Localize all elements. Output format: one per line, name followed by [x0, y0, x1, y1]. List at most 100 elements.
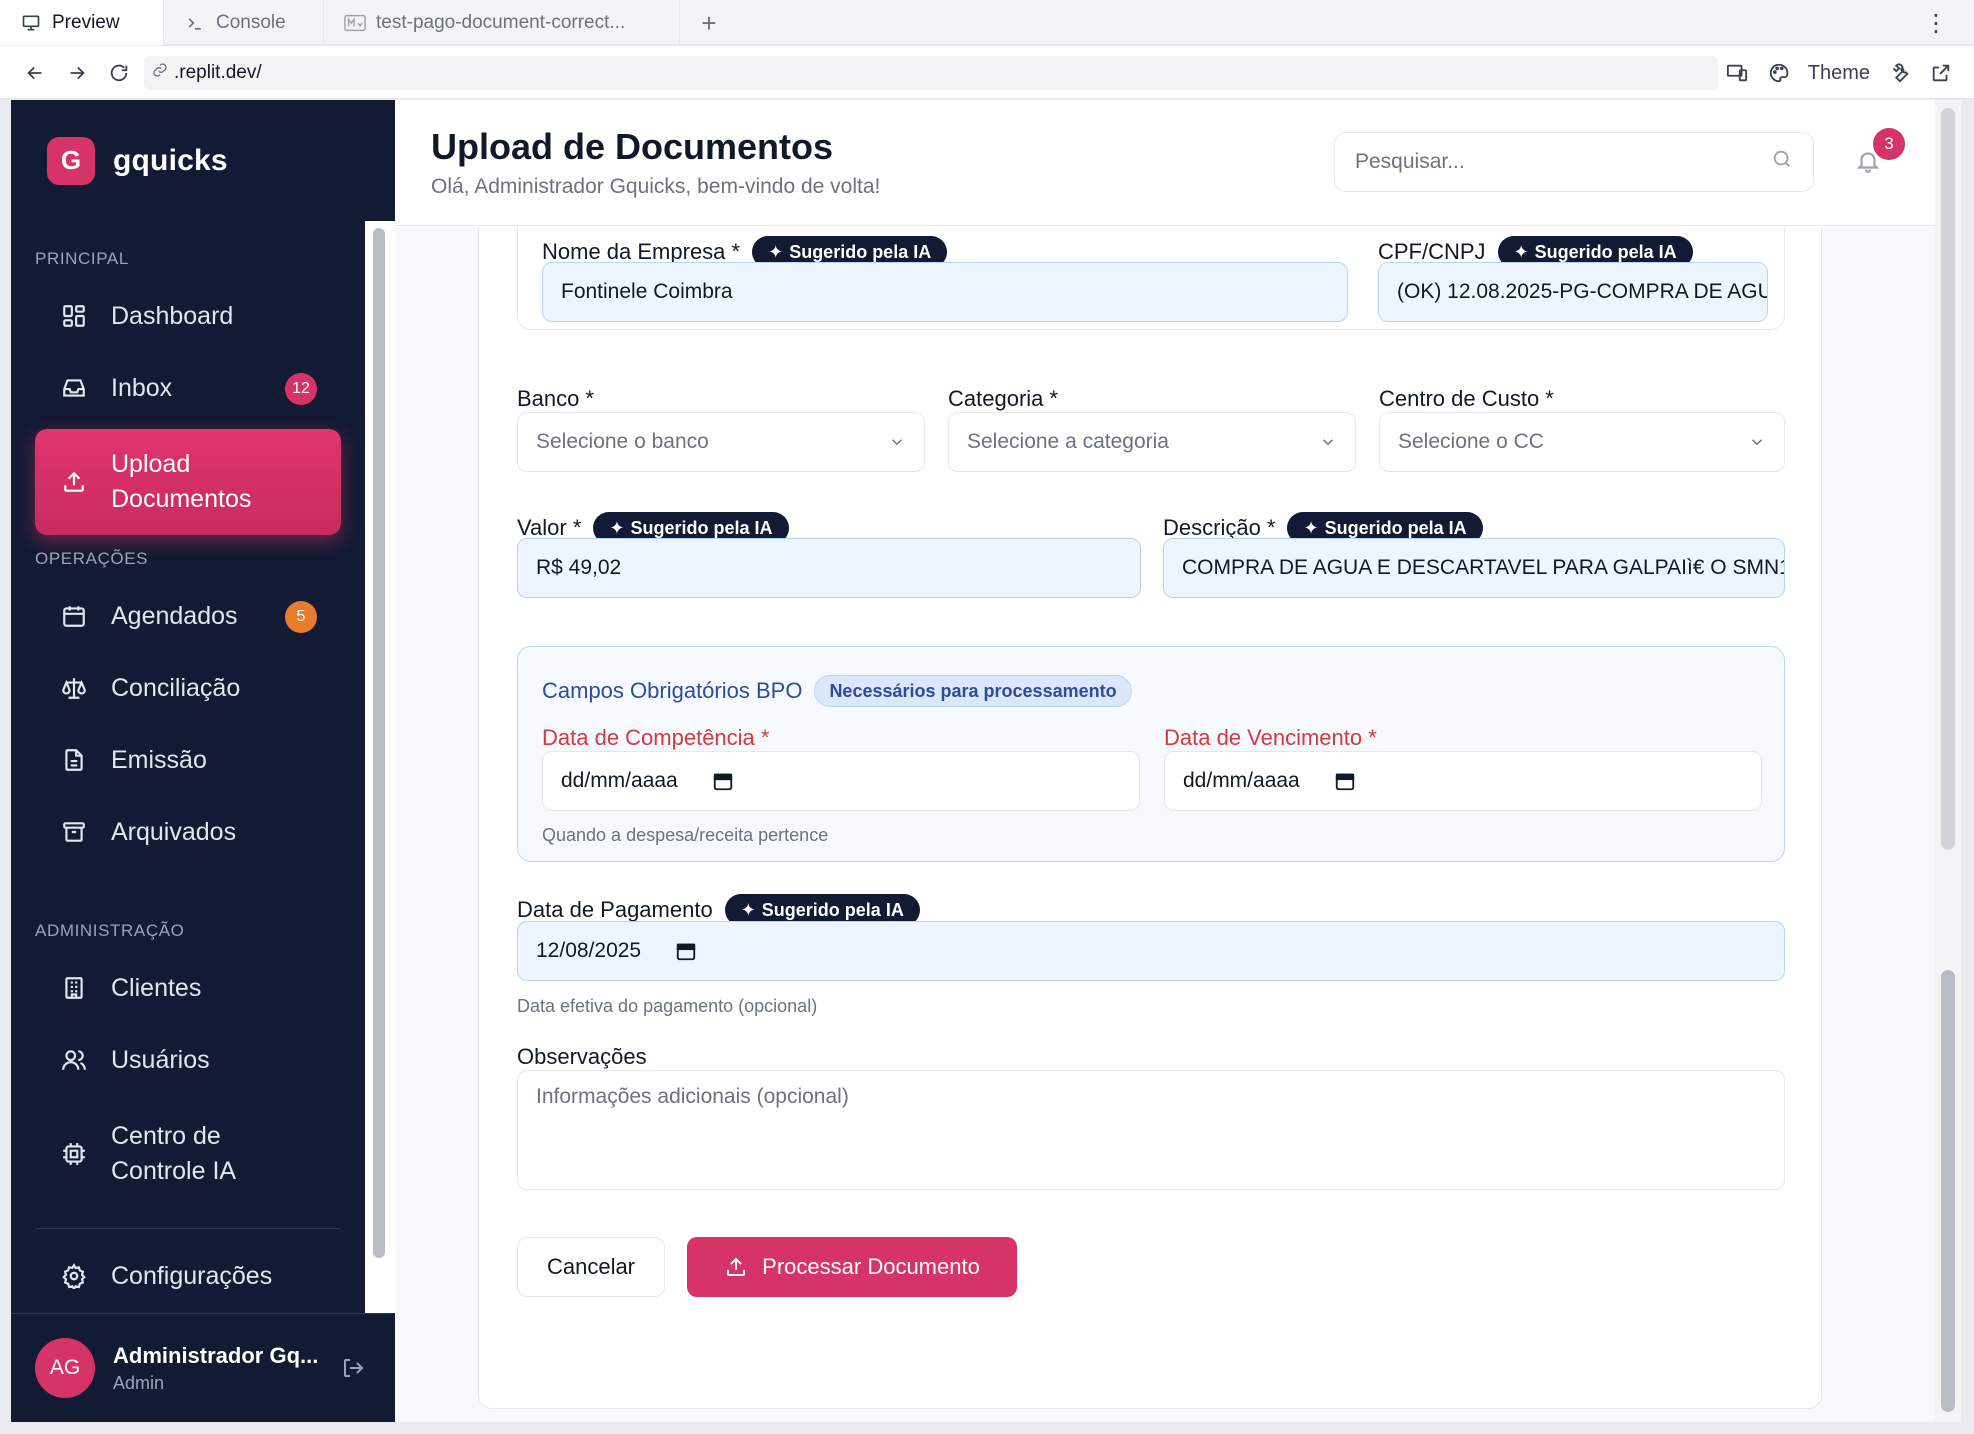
- terminal-icon: [184, 12, 206, 34]
- tab-preview[interactable]: Preview: [0, 0, 164, 45]
- page-header: Upload de Documentos Olá, Administrador …: [395, 100, 1961, 226]
- sidebar-nav: PRINCIPAL Dashboard Inbox 12 Upload Docu…: [11, 221, 365, 1313]
- forward-icon[interactable]: [62, 58, 92, 88]
- centro-custo-select[interactable]: Selecione o CC: [1379, 412, 1785, 472]
- back-icon[interactable]: [20, 58, 50, 88]
- browser-tab-bar: Preview Console test-pago-document-corre…: [0, 0, 1974, 45]
- link-icon: [152, 62, 168, 84]
- brand[interactable]: G gquicks: [11, 100, 395, 221]
- chevron-down-icon: [1751, 439, 1763, 446]
- external-link-icon[interactable]: [1928, 60, 1954, 86]
- vencimento-label: Data de Vencimento *: [1164, 725, 1377, 750]
- browser-address-bar: .replit.dev/ Theme: [0, 46, 1974, 99]
- gear-icon: [59, 1261, 89, 1291]
- browser-tools: Theme: [1724, 56, 1954, 90]
- building-icon: [59, 973, 89, 1003]
- brand-name: gquicks: [113, 143, 228, 177]
- more-menu-icon[interactable]: ⋮: [1924, 8, 1948, 38]
- centro-custo-label: Centro de Custo *: [1379, 386, 1554, 411]
- sidebar-item-dashboard[interactable]: Dashboard: [35, 285, 341, 347]
- bpo-title: Campos Obrigatórios BPO Necessários para…: [542, 675, 1132, 707]
- url-field[interactable]: .replit.dev/: [144, 56, 1718, 90]
- user-info: Administrador Gq... Admin: [113, 1343, 318, 1394]
- app-window: G gquicks PRINCIPAL Dashboard Inbox 12 U…: [11, 100, 1961, 1422]
- logout-icon[interactable]: [341, 1356, 367, 1382]
- page-scroll-region: [1941, 108, 1955, 850]
- upload-form-card: Nome da Empresa * ✦ Sugerido pela IA Fon…: [478, 227, 1822, 1409]
- calendar-icon[interactable]: [712, 770, 734, 792]
- sidebar-item-usuarios[interactable]: Usuários: [35, 1029, 341, 1091]
- cancel-button[interactable]: Cancelar: [517, 1237, 665, 1297]
- sidebar-item-inbox[interactable]: Inbox 12: [35, 357, 341, 419]
- sparkles-icon: ✦: [740, 899, 756, 920]
- calendar-icon: [59, 601, 89, 631]
- scale-icon: [59, 673, 89, 703]
- banco-label: Banco *: [517, 386, 595, 411]
- sidebar-item-agendados[interactable]: Agendados 5: [35, 585, 341, 647]
- calendar-icon[interactable]: [1334, 770, 1356, 792]
- agendados-count-badge: 5: [285, 601, 317, 633]
- cpu-icon: [59, 1139, 89, 1169]
- palette-icon[interactable]: [1766, 60, 1792, 86]
- monitor-icon: [20, 12, 42, 34]
- sidebar-item-arquivados[interactable]: Arquivados: [35, 801, 341, 863]
- search-input[interactable]: Pesquisar...: [1334, 132, 1814, 192]
- chevron-down-icon: [891, 439, 903, 446]
- observacoes-label: Observações: [517, 1044, 647, 1069]
- brand-logo: G: [47, 136, 95, 185]
- calendar-icon[interactable]: [675, 940, 697, 962]
- wrench-icon[interactable]: [1886, 60, 1912, 86]
- user-name: Administrador Gq...: [113, 1342, 319, 1368]
- notification-count-badge: 3: [1873, 128, 1905, 160]
- theme-label[interactable]: Theme: [1808, 62, 1870, 85]
- sidebar-item-conciliacao[interactable]: Conciliação: [35, 657, 341, 719]
- competencia-label: Data de Competência *: [542, 725, 770, 750]
- sidebar-item-emissao[interactable]: Emissão: [35, 729, 341, 791]
- sidebar-item-upload[interactable]: Upload Documentos: [35, 429, 341, 535]
- competencia-date-field[interactable]: dd/mm/aaaa: [542, 751, 1140, 811]
- page-title: Upload de Documentos: [431, 126, 834, 167]
- search-icon: [1771, 148, 1793, 176]
- tab-console[interactable]: Console: [164, 0, 324, 45]
- section-administracao: ADMINISTRAÇÃO: [35, 921, 185, 940]
- upload-icon: [59, 467, 89, 497]
- devices-icon[interactable]: [1724, 60, 1750, 86]
- user-role: Admin: [113, 1372, 165, 1393]
- observacoes-textarea[interactable]: Informações adicionais (opcional): [517, 1070, 1785, 1190]
- main-content: Nome da Empresa * ✦ Sugerido pela IA Fon…: [395, 227, 1935, 1422]
- sidebar-scrollbar[interactable]: [373, 228, 385, 1258]
- empresa-field[interactable]: Fontinele Coimbra: [542, 262, 1348, 322]
- bpo-badge: Necessários para processamento: [814, 675, 1132, 707]
- new-tab-button[interactable]: +: [694, 8, 724, 38]
- sparkles-icon: ✦: [1303, 517, 1319, 538]
- inbox-icon: [59, 373, 89, 403]
- pagamento-date-field[interactable]: 12/08/2025: [517, 921, 1785, 981]
- descricao-field[interactable]: COMPRA DE AGUA E DESCARTAVEL PARA GALPAI…: [1163, 538, 1785, 598]
- archive-icon: [59, 817, 89, 847]
- sidebar: G gquicks PRINCIPAL Dashboard Inbox 12 U…: [11, 100, 395, 1422]
- sidebar-divider: [35, 1228, 341, 1229]
- banco-select[interactable]: Selecione o banco: [517, 412, 925, 472]
- process-document-button[interactable]: Processar Documento: [687, 1237, 1017, 1297]
- sidebar-item-clientes[interactable]: Clientes: [35, 957, 341, 1019]
- main-scrollbar[interactable]: [1941, 970, 1955, 1412]
- competencia-hint: Quando a despesa/receita pertence: [542, 825, 829, 845]
- vencimento-date-field[interactable]: dd/mm/aaaa: [1164, 751, 1762, 811]
- inbox-count-badge: 12: [285, 373, 317, 405]
- markdown-file-icon: [344, 12, 366, 34]
- sidebar-item-centro-ia[interactable]: Centro de Controle IA: [35, 1101, 341, 1207]
- section-operacoes: OPERAÇÕES: [35, 549, 149, 568]
- file-text-icon: [59, 745, 89, 775]
- avatar: AG: [35, 1338, 95, 1398]
- section-principal: PRINCIPAL: [35, 249, 129, 268]
- sidebar-item-configuracoes[interactable]: Configurações: [35, 1245, 341, 1307]
- categoria-select[interactable]: Selecione a categoria: [948, 412, 1356, 472]
- cpf-cnpj-field[interactable]: (OK) 12.08.2025-PG-COMPRA DE AGUA E DESC…: [1378, 262, 1768, 322]
- sparkles-icon: ✦: [768, 241, 784, 262]
- company-section: Nome da Empresa * ✦ Sugerido pela IA Fon…: [517, 227, 1785, 330]
- categoria-label: Categoria *: [948, 386, 1059, 411]
- tab-document[interactable]: test-pago-document-correct...: [324, 0, 680, 45]
- user-profile[interactable]: AG Administrador Gq... Admin: [11, 1313, 395, 1422]
- reload-icon[interactable]: [104, 58, 134, 88]
- valor-field[interactable]: R$ 49,02: [517, 538, 1141, 598]
